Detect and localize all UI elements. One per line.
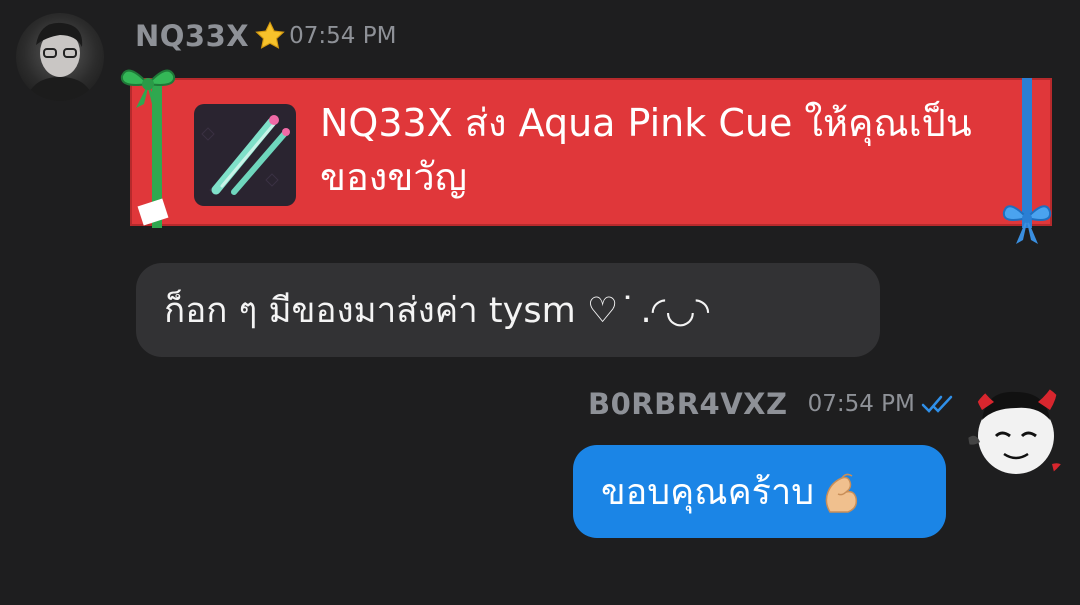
incoming-message-text: ก็อก ๆ มีของมาส่งค่า tysm ♡ ͘ .◜◡◝: [164, 290, 710, 331]
devil-avatar-icon: [968, 380, 1068, 478]
user-avatar[interactable]: [968, 380, 1072, 484]
outgoing-header: B0RBR4VXZ 07:54 PM: [588, 384, 955, 424]
incoming-header: NQ33X 07:54 PM: [135, 16, 396, 56]
green-bow-icon: [120, 69, 176, 108]
sender-avatar[interactable]: [16, 13, 104, 101]
gift-message: NQ33X ส่ง Aqua Pink Cue ให้คุณเป็นของขวั…: [320, 101, 972, 199]
pool-cue-icon: [201, 115, 290, 195]
gift-item-thumbnail: [194, 104, 296, 206]
incoming-message-bubble[interactable]: ก็อก ๆ มีของมาส่งค่า tysm ♡ ͘ .◜◡◝: [136, 263, 880, 357]
message-timestamp: 07:54 PM: [807, 391, 915, 417]
star-icon: [255, 21, 285, 49]
gift-tag-icon: [137, 198, 169, 226]
sender-name[interactable]: B0RBR4VXZ: [588, 387, 788, 421]
double-check-icon: [921, 395, 953, 413]
pinched-fingers-emoji: [825, 473, 858, 513]
outgoing-message-text: ขอบคุณคร้าบ: [601, 472, 815, 513]
avatar-photo-icon: [26, 22, 94, 101]
message-timestamp: 07:54 PM: [289, 23, 397, 49]
outgoing-message-bubble[interactable]: ขอบคุณคร้าบ: [573, 445, 946, 538]
gift-card[interactable]: NQ33X ส่ง Aqua Pink Cue ให้คุณเป็นของขวั…: [120, 69, 1052, 244]
sender-name[interactable]: NQ33X: [135, 19, 249, 53]
